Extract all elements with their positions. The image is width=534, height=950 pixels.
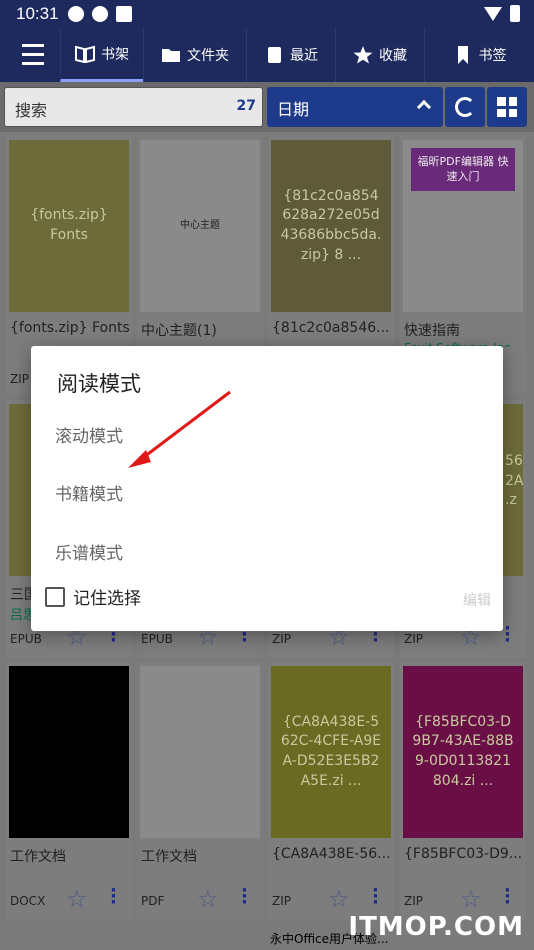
book-cover: {F85BFC03-D9B7-43AE-88B9-0D0113821804.zi… <box>403 666 523 838</box>
book-cover: {fonts.zip} Fonts <box>9 140 129 312</box>
more-options-icon[interactable]: ··· <box>241 882 248 912</box>
tab-label: 文件夹 <box>187 48 229 64</box>
more-options-icon[interactable]: ··· <box>110 882 117 912</box>
option-scroll-mode[interactable]: 滚动模式 <box>55 422 123 447</box>
tab-bookmarks[interactable]: 书签 <box>424 28 534 82</box>
status-time: 10:31 <box>16 4 59 23</box>
book-format: EPUB <box>141 632 173 646</box>
book-format: ZIP <box>404 894 423 908</box>
tab-favorites[interactable]: 收藏 <box>335 28 424 82</box>
folder-icon <box>162 49 180 62</box>
bookmark-icon <box>457 46 468 64</box>
tab-label: 最近 <box>290 48 318 64</box>
book-cover: 福昕PDF编辑器 快速入门 <box>403 140 523 312</box>
card-subtitle-partial: 吕思 <box>10 608 31 623</box>
book-title: 工作文档 <box>10 849 66 865</box>
book-format: ZIP <box>404 632 423 646</box>
book-title: {fonts.zip} Fonts <box>10 320 130 336</box>
sort-label: 日期 <box>277 100 310 119</box>
book-format: EPUB <box>10 632 42 646</box>
search-input[interactable]: 搜索 27 <box>4 87 263 127</box>
alert-icon <box>68 6 84 22</box>
tab-label: 书架 <box>101 46 129 63</box>
book-open-icon <box>75 45 95 63</box>
book-title: 工作文档 <box>141 849 197 865</box>
refresh-button[interactable] <box>445 87 485 127</box>
menu-icon-line <box>22 53 44 56</box>
menu-button[interactable] <box>0 28 60 82</box>
battery-icon <box>510 5 520 22</box>
cover-text-partial: 56 2A .z <box>505 453 524 509</box>
sort-dropdown[interactable]: 日期 <box>267 87 443 127</box>
tab-bookshelf[interactable]: 书架 <box>60 28 143 82</box>
book-format: PDF <box>141 894 165 908</box>
sync-icon <box>92 6 108 22</box>
book-title: {81c2c0a8546... <box>272 320 390 336</box>
book-title: 中心主题(1) <box>141 323 217 339</box>
favorite-star-icon[interactable]: ☆ <box>197 887 219 911</box>
book-card[interactable]: 工作文档 PDF ☆ · · · <box>137 662 263 920</box>
book-format: DOCX <box>10 894 46 908</box>
checkbox-icon[interactable] <box>45 586 65 607</box>
more-options-icon[interactable]: ··· <box>372 882 379 912</box>
status-notification-icons <box>68 6 132 22</box>
book-cover <box>9 666 129 838</box>
top-navbar: 书架 文件夹 最近 收藏 书签 <box>0 28 534 82</box>
tab-recent[interactable]: 最近 <box>246 28 335 82</box>
status-bar: 10:31 <box>0 0 534 28</box>
favorite-star-icon[interactable]: ☆ <box>460 887 482 911</box>
edit-button[interactable]: 编辑 <box>463 590 491 610</box>
book-format: ZIP <box>272 632 291 646</box>
book-card[interactable]: 工作文档 DOCX ☆ · · · <box>6 662 132 920</box>
option-book-mode[interactable]: 书籍模式 <box>55 480 123 505</box>
view-mode-button[interactable] <box>487 87 527 127</box>
recent-book-icon <box>268 47 281 63</box>
filter-bar: 搜索 27 日期 <box>0 82 534 132</box>
tab-label: 收藏 <box>379 48 407 64</box>
more-options-icon[interactable]: ··· <box>504 620 511 650</box>
wifi-icon <box>484 6 502 21</box>
book-cover: {81c2c0a854628a272e05d43686bbc5da.zip} 8… <box>271 140 391 312</box>
book-cover: 中心主题 <box>140 140 260 312</box>
watermark-logo: ITMOP.COM <box>348 912 524 942</box>
book-format: ZIP <box>272 894 291 908</box>
book-title: 快速指南 <box>404 323 460 339</box>
favorite-star-icon[interactable]: ☆ <box>328 887 350 911</box>
search-label: 搜索 <box>15 101 48 120</box>
status-right <box>484 5 520 22</box>
more-options-icon[interactable]: ··· <box>504 882 511 912</box>
reading-mode-dialog: 阅读模式 滚动模式 书籍模式 乐谱模式 记住选择 编辑 <box>31 346 503 631</box>
book-cover: {CA8A438E-562C-4CFE-A9EA-D52E3E5B2A5E.zi… <box>271 666 391 838</box>
star-icon <box>353 46 373 64</box>
book-card[interactable]: {CA8A438E-562C-4CFE-A9EA-D52E3E5B2A5E.zi… <box>268 662 394 920</box>
book-cover <box>140 666 260 838</box>
book-title: {CA8A438E-56... <box>272 846 391 862</box>
menu-icon <box>22 44 44 47</box>
refresh-icon <box>455 97 475 117</box>
app-notification-icon <box>116 6 132 22</box>
book-title: {F85BFC03-D9... <box>404 846 523 862</box>
cover-banner: 福昕PDF编辑器 快速入门 <box>411 148 515 191</box>
mindmap-center-text: 中心主题 <box>180 220 220 231</box>
tab-folders[interactable]: 文件夹 <box>143 28 246 82</box>
remember-choice-checkbox[interactable]: 记住选择 <box>45 584 141 609</box>
book-format: ZIP <box>10 372 29 386</box>
grid-view-icon <box>497 97 517 117</box>
dialog-title: 阅读模式 <box>57 372 141 396</box>
book-card[interactable]: {F85BFC03-D9B7-43AE-88B9-0D0113821804.zi… <box>400 662 526 920</box>
menu-icon-line <box>22 62 44 65</box>
remember-choice-label: 记住选择 <box>73 589 141 609</box>
option-sheet-music-mode[interactable]: 乐谱模式 <box>55 539 123 564</box>
sort-ascending-icon <box>416 99 432 115</box>
favorite-star-icon[interactable]: ☆ <box>66 887 88 911</box>
tab-label: 书签 <box>478 48 507 64</box>
book-count: 27 <box>236 98 256 114</box>
